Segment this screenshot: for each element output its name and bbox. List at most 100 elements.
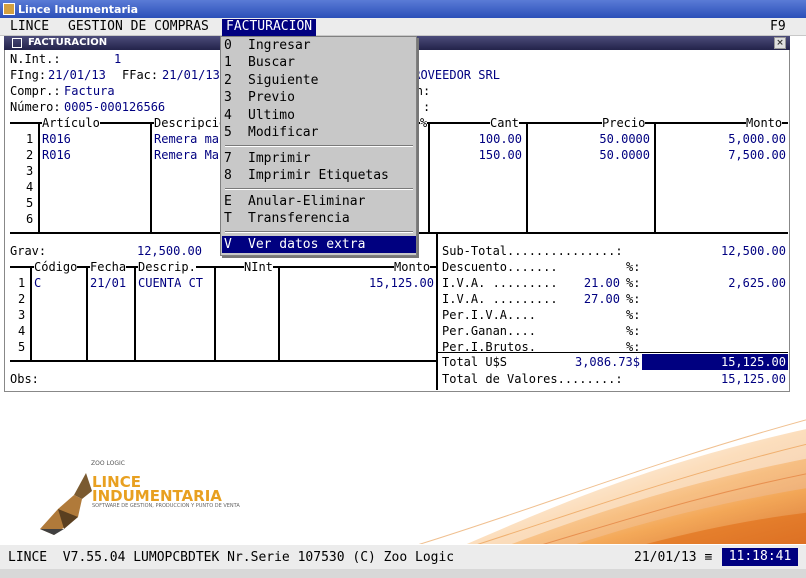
menu-separator [225, 188, 413, 190]
row-articulo[interactable]: R016 [42, 132, 71, 146]
row-cant[interactable]: 150.00 [450, 148, 522, 162]
valores-table-bottom-line [10, 360, 438, 362]
valores-col-divider [30, 266, 32, 362]
numero-value[interactable]: 0005-000126566 [64, 100, 165, 114]
shortcut-key: 4 [224, 108, 232, 123]
total-value: 15,125.00 [720, 355, 786, 369]
status-time: 11:18:41 [722, 548, 798, 566]
close-icon[interactable]: × [774, 37, 786, 49]
items-col-divider [428, 122, 430, 234]
iva2-rate[interactable]: 27.00 [570, 292, 620, 306]
status-date: 21/01/13 ≡ [634, 550, 713, 565]
status-version: LINCE V7.55.04 LUMOPCBDTEK Nr.Serie 1075… [8, 550, 455, 565]
menu-item-buscar[interactable]: 1 Buscar [222, 54, 416, 71]
valores-col-divider [86, 266, 88, 362]
menu-item-label: Buscar [248, 55, 295, 70]
lince-logo-icon [20, 455, 93, 535]
menubar: LINCE GESTION DE COMPRAS FACTURACION F9 [0, 18, 806, 36]
compr-value[interactable]: Factura [64, 84, 115, 98]
row-number: 5 [26, 196, 34, 210]
shortcut-key: 5 [224, 125, 232, 140]
menu-item-ver-datos-extra[interactable]: V Ver datos extra [222, 236, 416, 253]
grav-label: Grav: [10, 244, 47, 258]
menu-gestion-de-compras[interactable]: GESTION DE COMPRAS [64, 19, 213, 36]
menu-facturacion[interactable]: FACTURACION [222, 19, 317, 36]
menu-item-label: Ver datos extra [248, 237, 366, 252]
menu-item-siguiente[interactable]: 2 Siguiente [222, 72, 416, 89]
menu-item-modificar[interactable]: 5 Modificar [222, 124, 416, 141]
obs-label: Obs: [10, 372, 39, 386]
row-number: 3 [26, 164, 34, 178]
periva-pct: %: [626, 308, 641, 322]
menu-item-label: Modificar [248, 125, 319, 140]
nint-label: N.Int.: [10, 52, 61, 66]
menu-item-label: Imprimir [248, 151, 311, 166]
menu-item-imprimir[interactable]: 7 Imprimir [222, 150, 416, 167]
menu-item-transferencia[interactable]: T Transferencia [222, 210, 416, 227]
row-number: 1 [26, 132, 34, 146]
menu-item-anular-eliminar[interactable]: E Anular-Eliminar [222, 193, 416, 210]
valores-col-divider [278, 266, 280, 362]
col-nint: NInt [244, 260, 273, 274]
menu-hotkey-f9[interactable]: F9 [766, 19, 790, 36]
row-articulo[interactable]: R016 [42, 148, 71, 162]
menu-item-label: Ingresar [248, 38, 311, 53]
row-number: 6 [26, 212, 34, 226]
perganan-pct: %: [626, 324, 641, 338]
row-number: 4 [18, 324, 26, 338]
valores-codigo[interactable]: C [34, 276, 41, 290]
row-cant[interactable]: 100.00 [450, 132, 522, 146]
valores-fecha[interactable]: 21/01 [90, 276, 126, 290]
shortcut-key: V [224, 237, 232, 252]
col-fecha: Fecha [90, 260, 127, 274]
menu-item-label: Siguiente [248, 73, 319, 88]
row-number: 2 [26, 148, 34, 162]
menu-item-imprimir-etiquetas[interactable]: 8 Imprimir Etiquetas [222, 167, 416, 184]
menu-separator [225, 145, 413, 147]
nint-value[interactable]: 1 [114, 52, 121, 66]
total-usd-value: 3,086.73$ [574, 355, 640, 369]
shortcut-key: T [224, 211, 232, 226]
logo-tagline: SOFTWARE DE GESTION, PRODUCCION Y PUNTO … [92, 503, 240, 509]
valores-monto[interactable]: 15,125.00 [330, 276, 434, 290]
ffac-value[interactable]: 21/01/13 [162, 68, 220, 82]
items-col-divider [654, 122, 656, 234]
items-col-divider [526, 122, 528, 234]
iva1-pct: %: [626, 276, 641, 290]
fing-value[interactable]: 21/01/13 [48, 68, 106, 82]
row-precio[interactable]: 50.0000 [560, 148, 650, 162]
menu-item-ingresar[interactable]: 0 Ingresar [222, 37, 416, 54]
row-number: 1 [18, 276, 26, 290]
menu-lince[interactable]: LINCE [6, 19, 53, 36]
compr-label: Compr.: [10, 84, 61, 98]
menu-item-label: Previo [248, 90, 295, 105]
shortcut-key: 3 [224, 90, 232, 105]
iva1-rate[interactable]: 21.00 [570, 276, 620, 290]
col-articulo: Artículo [42, 116, 100, 130]
menu-item-label: Ultimo [248, 108, 295, 123]
row-precio[interactable]: 50.0000 [560, 132, 650, 146]
frame-icon [12, 38, 22, 48]
menu-item-previo[interactable]: 3 Previo [222, 89, 416, 106]
iva2-pct: %: [626, 292, 641, 306]
row-monto[interactable]: 5,000.00 [690, 132, 786, 146]
perganan-label: Per.Ganan.... [442, 324, 536, 338]
items-col-divider [150, 122, 152, 234]
proveedor-value[interactable]: PROVEEDOR SRL [406, 68, 500, 82]
shortcut-key: 2 [224, 73, 232, 88]
menu-item-label: Imprimir Etiquetas [248, 168, 389, 183]
menu-item-ultimo[interactable]: 4 Ultimo [222, 107, 416, 124]
col-descrip: Descrip. [138, 260, 196, 274]
facturacion-dropdown: 0 Ingresar 1 Buscar 2 Siguiente 3 Previo 4 Ul… [220, 36, 417, 256]
shortcut-key: 0 [224, 38, 232, 53]
shortcut-key: 1 [224, 55, 232, 70]
numero-label: Número: [10, 100, 61, 114]
iva1-label: I.V.A. ......... [442, 276, 558, 290]
valores-descrip[interactable]: CUENTA CT [138, 276, 203, 290]
shortcut-key: 7 [224, 151, 232, 166]
row-monto[interactable]: 7,500.00 [690, 148, 786, 162]
col-monto-valores: Monto [394, 260, 431, 274]
window-titlebar: Lince Indumentaria [0, 0, 806, 18]
menu-item-label: Transferencia [248, 211, 350, 226]
menu-separator [225, 231, 413, 233]
